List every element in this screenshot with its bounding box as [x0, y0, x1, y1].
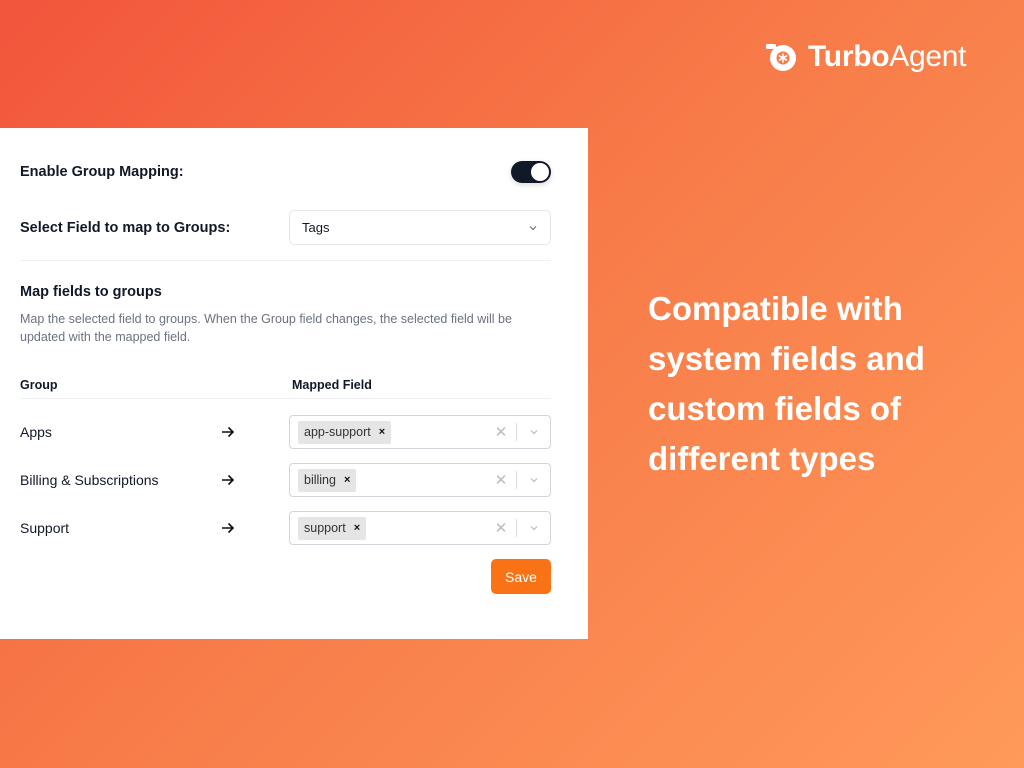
chevron-down-icon[interactable]: [517, 475, 550, 485]
group-name: Apps: [20, 424, 52, 440]
group-name: Billing & Subscriptions: [20, 472, 159, 488]
tag-label: support: [304, 521, 346, 535]
arrow-right-icon: [220, 424, 289, 440]
brand-name-bold: Turbo: [808, 40, 890, 73]
clear-icon[interactable]: ✕: [494, 423, 508, 441]
arrow-right-icon: [220, 520, 289, 536]
select-field-label: Select Field to map to Groups:: [20, 219, 231, 236]
remove-tag-icon[interactable]: ×: [344, 474, 350, 486]
mapped-field-select[interactable]: billing × ✕: [289, 463, 551, 497]
toggle-knob: [531, 163, 549, 181]
column-header-group: Group: [20, 378, 58, 392]
mapped-field-select[interactable]: support × ✕: [289, 511, 551, 545]
clear-icon[interactable]: ✕: [494, 519, 508, 537]
section-description: Map the selected field to groups. When t…: [20, 312, 512, 344]
tag-chip: app-support ×: [298, 420, 392, 444]
mapping-row: Apps app-support × ✕: [20, 415, 551, 449]
brand-name-regular: Agent: [889, 40, 967, 73]
field-select-value: Tags: [302, 220, 330, 235]
clear-icon[interactable]: ✕: [494, 471, 508, 489]
marketing-headline: Compatible with system fields and custom…: [648, 290, 925, 477]
brand-name: TurboAgent: [808, 40, 966, 74]
header-divider: [20, 398, 551, 399]
chevron-down-icon[interactable]: [517, 523, 550, 533]
mapped-field-select[interactable]: app-support × ✕: [289, 415, 551, 449]
group-name: Support: [20, 520, 70, 536]
enable-group-mapping-toggle[interactable]: [511, 161, 551, 183]
brand-logo: TurboAgent: [764, 40, 966, 74]
select-field-row: Select Field to map to Groups: Tags: [20, 210, 551, 245]
tag-label: billing: [304, 473, 336, 487]
save-button[interactable]: Save: [491, 559, 551, 594]
mapping-row: Support support × ✕: [20, 511, 551, 545]
tag-chip: billing ×: [298, 468, 357, 492]
turbo-logo-icon: [766, 44, 796, 71]
section-title: Map fields to groups: [20, 284, 162, 300]
chevron-down-icon: [529, 225, 537, 230]
divider: [20, 260, 551, 261]
chevron-down-icon[interactable]: [517, 427, 550, 437]
enable-group-mapping-row: Enable Group Mapping:: [20, 161, 551, 183]
field-select[interactable]: Tags: [289, 210, 551, 245]
arrow-right-icon: [220, 472, 289, 488]
remove-tag-icon[interactable]: ×: [354, 522, 360, 534]
tag-chip: support ×: [298, 516, 367, 540]
mapping-row: Billing & Subscriptions billing × ✕: [20, 463, 551, 497]
remove-tag-icon[interactable]: ×: [379, 426, 385, 438]
tag-label: app-support: [304, 425, 371, 439]
enable-group-mapping-label: Enable Group Mapping:: [20, 164, 184, 180]
column-header-mapped-field: Mapped Field: [292, 378, 372, 392]
